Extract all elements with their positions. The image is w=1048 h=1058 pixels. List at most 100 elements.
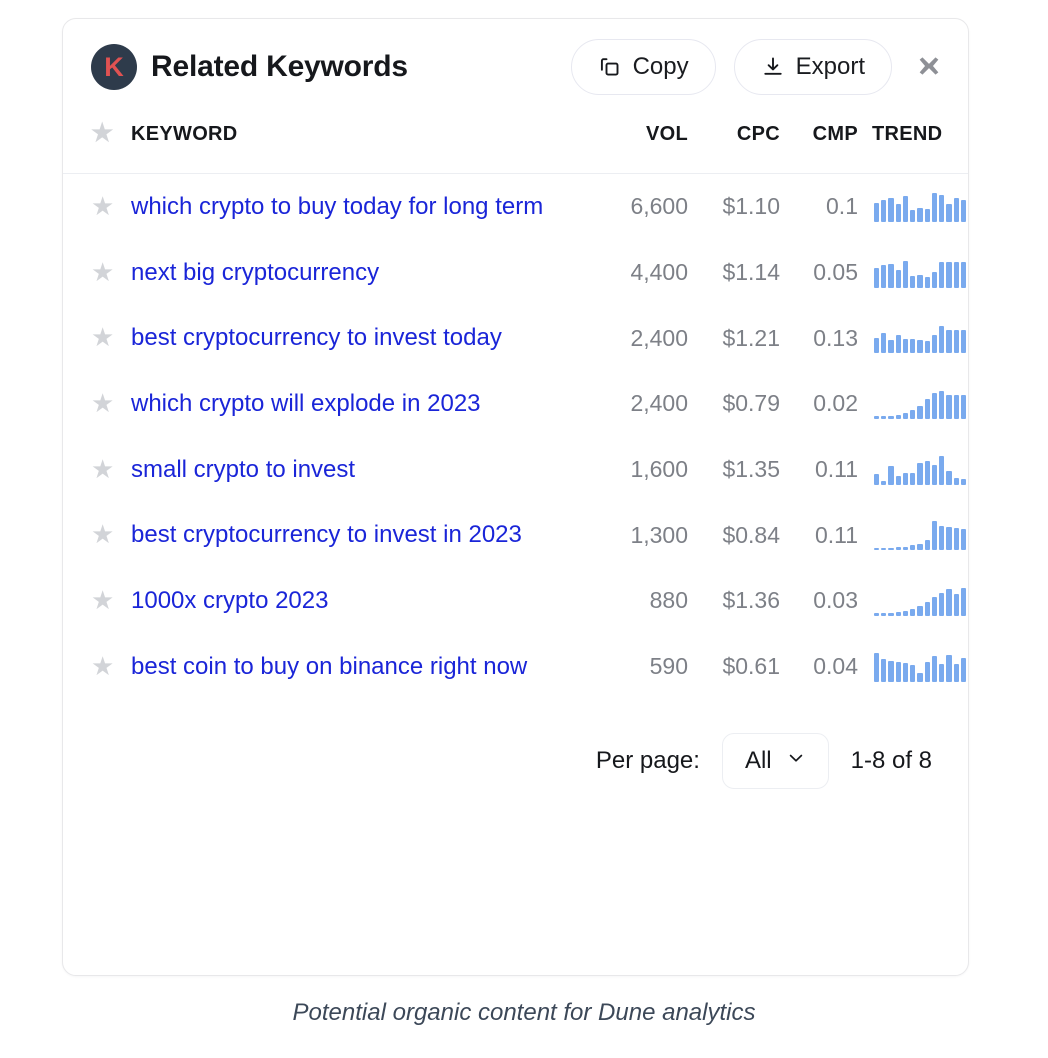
- column-header-trend[interactable]: TREND: [858, 115, 968, 174]
- sparkline-bar: [902, 196, 909, 222]
- keyword-link[interactable]: best cryptocurrency to invest in 2023: [131, 521, 522, 548]
- sparkline-bar: [910, 608, 916, 616]
- sparkline-bar: [953, 663, 959, 682]
- keyword-link[interactable]: best cryptocurrency to invest today: [131, 324, 502, 351]
- sparkline-bar: [902, 662, 909, 682]
- star-icon: ★: [91, 584, 115, 615]
- sparkline-bar: [917, 672, 923, 682]
- sparkline-bar: [924, 399, 930, 419]
- sparkline-bar: [902, 546, 909, 551]
- sparkline-bar: [960, 528, 967, 551]
- sparkline-bar: [931, 271, 938, 288]
- sparkline-bar: [924, 209, 930, 222]
- keyword-link[interactable]: next big cryptocurrency: [131, 259, 379, 286]
- export-button[interactable]: Export: [733, 39, 892, 95]
- favorite-toggle[interactable]: ★: [63, 437, 125, 503]
- screenshot-root: K Related Keywords Copy Export ★ KEYWORD…: [0, 0, 1048, 1058]
- cpc-cell: $1.21: [722, 324, 780, 351]
- sparkline-bar: [931, 334, 938, 354]
- favorite-toggle[interactable]: ★: [63, 371, 125, 437]
- trend-sparkline: [874, 586, 967, 616]
- sparkline-bar: [895, 269, 901, 288]
- favorite-toggle[interactable]: ★: [63, 305, 125, 371]
- vol-cell: 2,400: [630, 324, 688, 351]
- table-header: ★ KEYWORD VOL CPC CMP TREND: [63, 115, 968, 174]
- sparkline-bar: [910, 545, 916, 551]
- table-row: ★ small crypto to invest 1,600 $1.35 0.11: [63, 437, 968, 503]
- sparkline-bar: [953, 394, 959, 419]
- sparkline-bar: [946, 329, 952, 354]
- export-button-label: Export: [795, 53, 865, 80]
- keyword-link[interactable]: which crypto will explode in 2023: [131, 390, 481, 417]
- cmp-cell: 0.11: [814, 521, 858, 548]
- per-page-label: Per page:: [595, 747, 700, 775]
- sparkline-bar: [931, 521, 938, 551]
- favorite-toggle[interactable]: ★: [63, 174, 125, 240]
- sparkline-bar: [910, 275, 916, 288]
- sparkline-bar: [917, 405, 923, 419]
- favorite-toggle[interactable]: ★: [63, 240, 125, 306]
- column-header-cmp[interactable]: CMP: [780, 115, 858, 174]
- cmp-cell: 0.11: [814, 456, 858, 483]
- column-header-keyword[interactable]: KEYWORD: [125, 115, 592, 174]
- copy-button[interactable]: Copy: [570, 39, 716, 95]
- figure-caption: Potential organic content for Dune analy…: [292, 999, 756, 1026]
- keyword-link[interactable]: best coin to buy on binance right now: [131, 653, 527, 680]
- sparkline-bar: [902, 412, 909, 419]
- sparkline-bar: [924, 661, 930, 682]
- keywords-logo-icon: K: [91, 44, 137, 90]
- star-icon: ★: [91, 322, 115, 353]
- per-page-select[interactable]: All: [721, 733, 829, 790]
- column-header-favorite[interactable]: ★: [63, 115, 125, 174]
- close-button[interactable]: [912, 50, 946, 84]
- column-header-vol[interactable]: VOL: [592, 115, 688, 174]
- column-header-cpc[interactable]: CPC: [688, 115, 780, 174]
- sparkline-bar: [939, 195, 945, 222]
- trend-cell: [858, 240, 968, 306]
- cpc-cell: $0.84: [722, 521, 780, 548]
- sparkline-bar: [895, 661, 901, 682]
- copy-icon: [598, 55, 622, 79]
- sparkline-bar: [874, 474, 880, 485]
- keywords-table: ★ KEYWORD VOL CPC CMP TREND ★ which crypt…: [63, 115, 968, 699]
- star-icon: ★: [91, 519, 115, 550]
- vol-cell: 1,600: [630, 456, 688, 483]
- sparkline-bar: [960, 394, 967, 419]
- brand: K Related Keywords: [91, 44, 408, 90]
- sparkline-bar: [924, 340, 930, 354]
- card-header: K Related Keywords Copy Export: [63, 19, 968, 115]
- keyword-cell: small crypto to invest: [125, 437, 592, 503]
- sparkline-bar: [910, 409, 916, 419]
- table-body: ★ which crypto to buy today for long term…: [63, 174, 968, 700]
- sparkline-bar: [888, 547, 894, 551]
- sparkline-bar: [888, 198, 894, 222]
- sparkline-bar: [910, 338, 916, 354]
- keyword-link[interactable]: small crypto to invest: [131, 456, 355, 483]
- sparkline-bar: [881, 200, 887, 222]
- sparkline-bar: [946, 204, 952, 222]
- sparkline-bar: [939, 455, 945, 485]
- sparkline-bar: [874, 547, 880, 551]
- sparkline-bar: [895, 415, 901, 419]
- trend-cell: [858, 502, 968, 568]
- sparkline-bar: [953, 594, 959, 616]
- star-icon: ★: [91, 453, 115, 484]
- sparkline-bar: [960, 479, 967, 485]
- cmp-cell: 0.05: [813, 259, 858, 285]
- vol-cell: 880: [649, 587, 688, 614]
- favorite-toggle[interactable]: ★: [63, 502, 125, 568]
- per-page-value: All: [744, 747, 772, 775]
- sparkline-bar: [888, 263, 894, 288]
- keyword-cell: next big cryptocurrency: [125, 240, 592, 306]
- sparkline-bar: [895, 612, 901, 616]
- sparkline-bar: [946, 470, 952, 485]
- keyword-cell: best cryptocurrency to invest today: [125, 305, 592, 371]
- favorite-toggle[interactable]: ★: [63, 568, 125, 634]
- sparkline-bar: [874, 652, 880, 682]
- star-icon: ★: [91, 256, 115, 287]
- keyword-link[interactable]: 1000x crypto 2023: [131, 587, 328, 614]
- favorite-toggle[interactable]: ★: [63, 634, 125, 700]
- sparkline-bar: [881, 416, 887, 419]
- keyword-link[interactable]: which crypto to buy today for long term: [131, 193, 543, 220]
- pagination-bar: Per page: All 1-8 of 8: [63, 699, 968, 790]
